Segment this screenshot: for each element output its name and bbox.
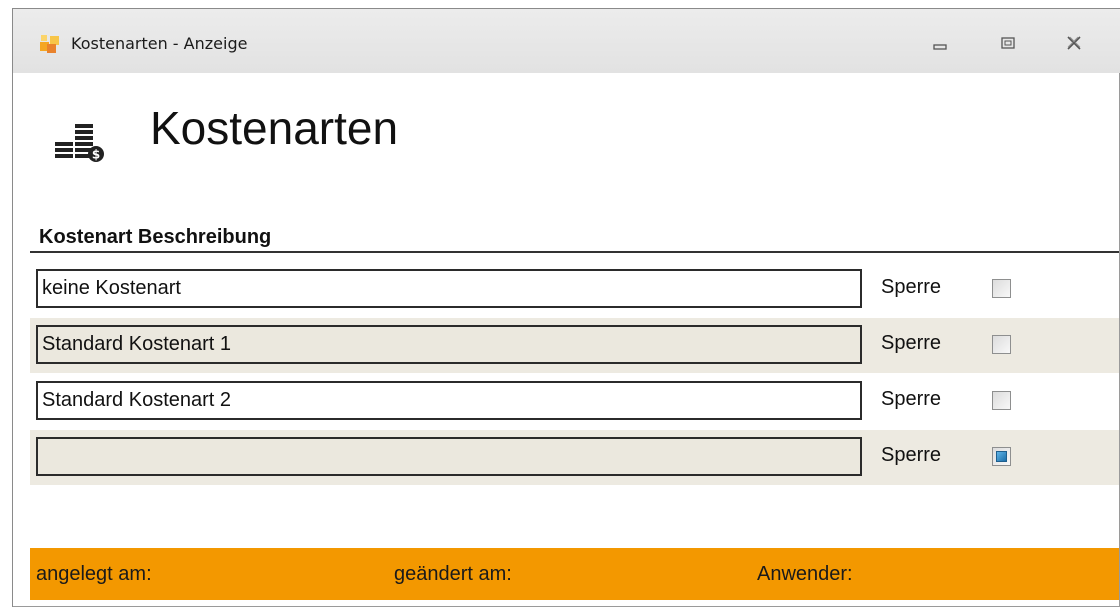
table-row: Sperre [30, 374, 1119, 429]
close-icon[interactable] [1059, 31, 1089, 55]
description-field[interactable] [36, 437, 862, 476]
content-area: $ Kostenarten Kostenart Beschreibung Spe… [13, 73, 1120, 607]
status-footer: angelegt am: geändert am: Anwender: [30, 548, 1119, 600]
description-field[interactable] [36, 269, 862, 308]
created-label: angelegt am: [36, 563, 152, 585]
description-field[interactable] [36, 325, 862, 364]
header-divider [30, 251, 1119, 253]
lock-checkbox[interactable] [992, 335, 1011, 354]
user-label: Anwender: [757, 563, 853, 585]
lock-label: Sperre [881, 332, 942, 354]
maximize-icon[interactable] [993, 31, 1023, 55]
lock-checkbox[interactable] [992, 279, 1011, 298]
page-title: Kostenarten [150, 102, 399, 154]
lock-label: Sperre [881, 444, 942, 466]
changed-label: geändert am: [394, 563, 512, 585]
table-row: Sperre [30, 262, 1119, 317]
lock-checkbox[interactable] [992, 391, 1011, 410]
table-row: Sperre [30, 318, 1119, 373]
svg-text:$: $ [92, 148, 100, 162]
column-header-description: Kostenart Beschreibung [39, 226, 272, 248]
lock-label: Sperre [881, 276, 942, 298]
table-row: Sperre [30, 430, 1119, 485]
title-bar[interactable]: Kostenarten - Anzeige [13, 9, 1120, 73]
coins-icon: $ [55, 124, 104, 162]
description-field[interactable] [36, 381, 862, 420]
lock-checkbox[interactable] [992, 447, 1011, 466]
app-icon [40, 35, 59, 53]
lock-label: Sperre [881, 388, 942, 410]
minimize-icon[interactable] [925, 31, 955, 55]
window-title: Kostenarten - Anzeige [71, 34, 248, 53]
app-window: Kostenarten - Anzeige $ Kostenarten Kost… [12, 8, 1120, 607]
